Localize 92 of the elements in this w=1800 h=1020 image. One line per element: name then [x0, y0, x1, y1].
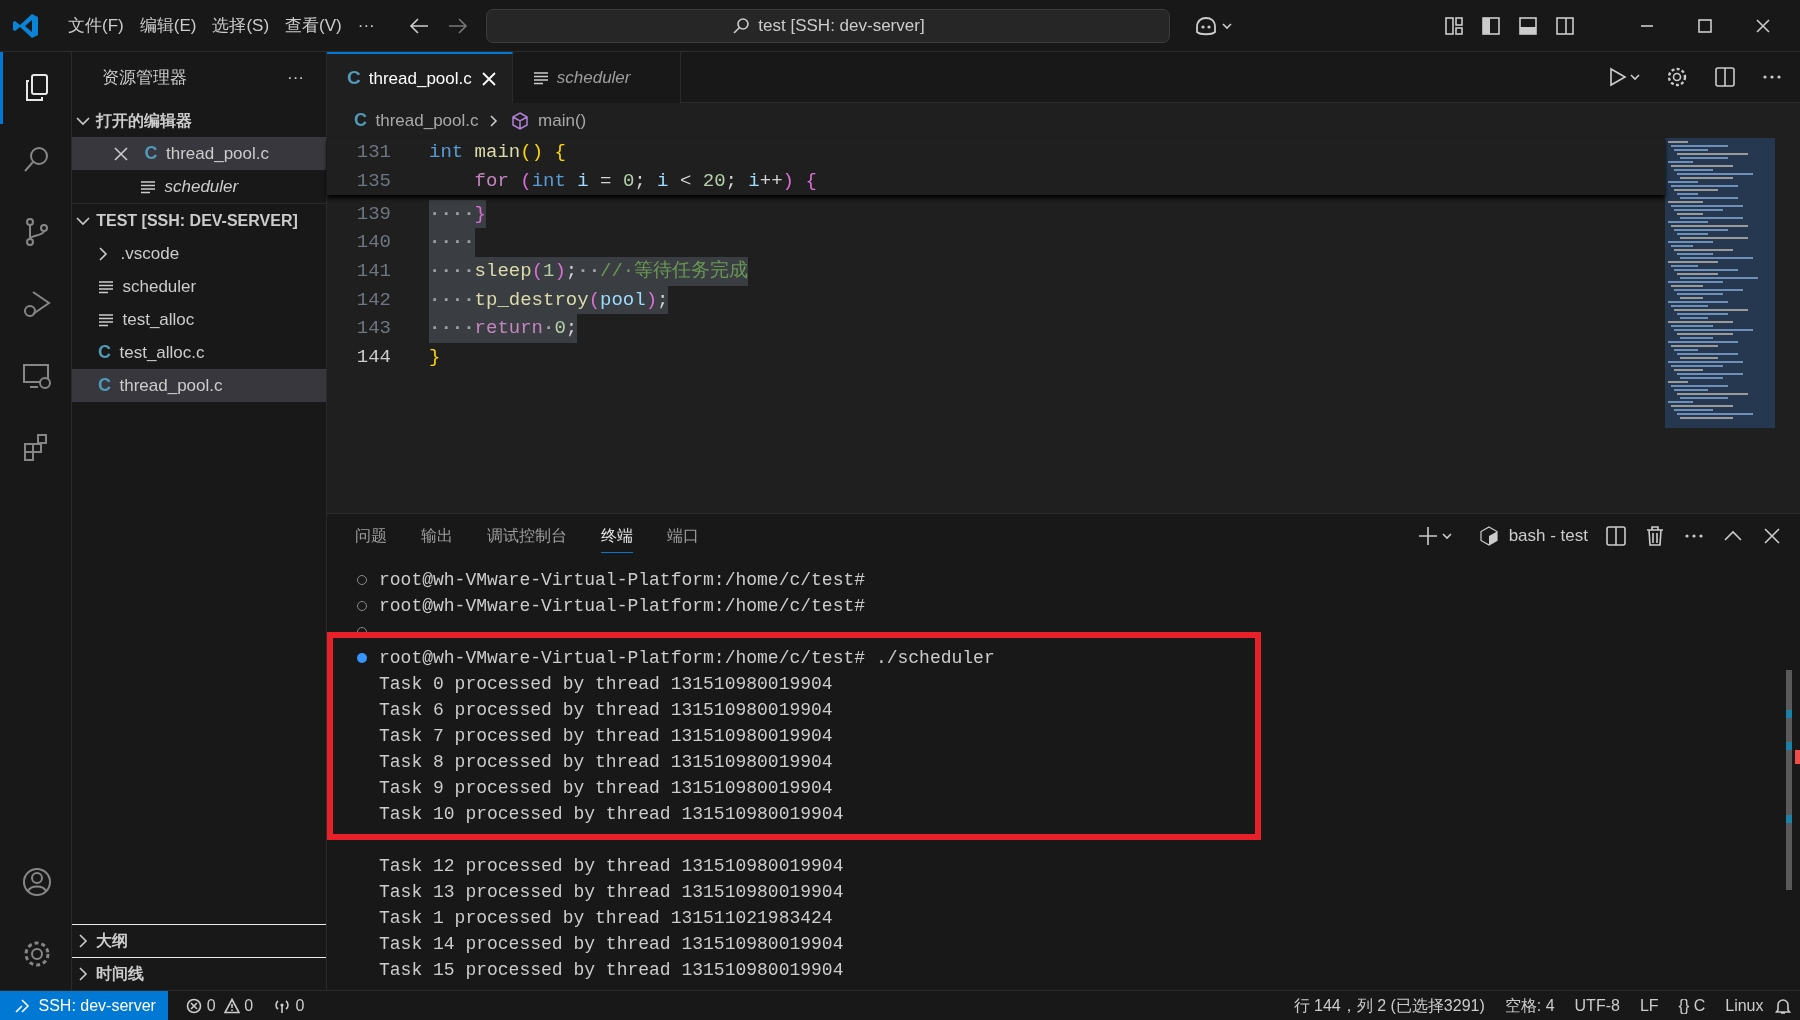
section-title[interactable]: 大纲	[96, 929, 129, 953]
line-number: 144	[355, 345, 392, 371]
file-item[interactable]: scheduler	[72, 170, 326, 203]
terminal-line: Task 6 processed by thread 131510980019904	[379, 698, 833, 722]
terminal-line: root@wh-VMware-Virtual-Platform:/home/c/test#	[379, 594, 866, 618]
terminal-line: Task 10 processed by thread 131510980019904	[379, 802, 844, 826]
terminal-line: Task 9 processed by thread 131510980019904	[379, 776, 833, 800]
layout-icon[interactable]	[1444, 15, 1464, 36]
close-icon[interactable]	[479, 69, 498, 88]
status-item[interactable]: {} C	[1668, 990, 1716, 1020]
section-title[interactable]: 打开的编辑器	[96, 108, 193, 133]
status-item[interactable]: 空格: 4	[1494, 990, 1565, 1020]
ports-indicator[interactable]: 0	[263, 990, 315, 1020]
line-number: 139	[355, 201, 392, 227]
account-icon[interactable]	[21, 866, 53, 898]
panel-toggle-icon[interactable]	[1518, 15, 1538, 36]
c-file-icon: C	[354, 107, 367, 134]
panel-tab[interactable]: 问题	[355, 519, 387, 553]
status-item[interactable]: 行 144，列 2 (已选择3291)	[1283, 990, 1495, 1020]
split-editor-icon[interactable]	[1713, 66, 1736, 88]
lines-icon	[532, 69, 549, 86]
more-button[interactable]: ···	[279, 61, 312, 95]
status-item[interactable]: UTF-8	[1564, 990, 1630, 1020]
file-item[interactable]: C thread_pool.c	[72, 137, 326, 170]
line-number: 135	[355, 168, 392, 194]
terminal-line: root@wh-VMware-Virtual-Platform:/home/c/test# ./scheduler	[379, 646, 995, 670]
menu-item[interactable]: 选择(S)	[204, 8, 278, 43]
file-item[interactable]: test_alloc	[72, 303, 326, 336]
file-item[interactable]: C thread_pool.c	[72, 369, 326, 402]
search-icon	[731, 16, 750, 35]
panel-tab[interactable]: 调试控制台	[487, 519, 567, 553]
lines-icon	[98, 311, 114, 328]
panel-tab[interactable]: 输出	[421, 519, 453, 553]
section-title[interactable]: TEST [SSH: DEV-SERVER]	[96, 208, 298, 233]
remote-icon	[14, 997, 30, 1014]
error-icon	[186, 997, 203, 1014]
code-line: }	[429, 345, 441, 371]
breadcrumb-item[interactable]: main()	[538, 107, 587, 134]
line-number: 131	[355, 140, 392, 165]
lines-icon	[98, 278, 114, 295]
editor-tab[interactable]: C thread_pool.c	[327, 52, 513, 103]
panel-tab[interactable]: 终端	[601, 519, 633, 553]
line-number: 140	[355, 230, 392, 256]
line-number: 141	[355, 259, 392, 285]
terminal-line: Task 13 processed by thread 131510980019904	[379, 880, 844, 904]
status-item[interactable]: LF	[1629, 990, 1669, 1020]
file-item[interactable]: C test_alloc.c	[72, 336, 326, 369]
code-line: for (int i = 0; i < 20; i++) {	[473, 168, 817, 194]
command-center[interactable]: test [SSH: dev-server]	[486, 8, 1171, 43]
terminal-line: Task 7 processed by thread 131510980019904	[379, 724, 833, 748]
line-number: 143	[355, 316, 392, 342]
file-item[interactable]: scheduler	[72, 270, 326, 303]
status-item[interactable]: Linux	[1715, 990, 1774, 1020]
close-icon[interactable]	[112, 144, 130, 163]
warning-icon	[224, 997, 241, 1014]
menu-item[interactable]: 查看(V)	[277, 8, 350, 43]
more-button[interactable]: ···	[349, 8, 383, 43]
line-number: 142	[355, 287, 392, 313]
code-line: int main() {	[429, 140, 566, 165]
terminal-line: root@wh-VMware-Virtual-Platform:/home/c/test#	[379, 568, 866, 592]
vscode-logo-icon	[12, 11, 40, 40]
c-file-icon: C	[98, 372, 111, 399]
split-icon[interactable]	[1605, 525, 1627, 547]
cube-icon	[509, 110, 530, 131]
terminal-line: Task 1 processed by thread 131511021983424	[379, 906, 833, 930]
plus-icon[interactable]	[1418, 525, 1453, 547]
c-file-icon: C	[347, 64, 361, 93]
bell-icon[interactable]	[1773, 996, 1792, 1015]
antenna-icon	[273, 997, 292, 1014]
terminal-line: Task 8 processed by thread 131510980019904	[379, 750, 833, 774]
c-file-icon: C	[98, 339, 111, 366]
terminal-line: Task 0 processed by thread 131510980019904	[379, 672, 833, 696]
sidebar-toggle-icon[interactable]	[1481, 15, 1501, 36]
remote-indicator[interactable]: SSH: dev-server	[0, 990, 168, 1020]
secondary-sidebar-icon[interactable]	[1555, 15, 1575, 36]
editor-tab[interactable]: scheduler	[512, 52, 682, 103]
menu-item[interactable]: 编辑(E)	[131, 8, 205, 43]
lines-icon	[140, 178, 156, 195]
file-item[interactable]: .vscode	[72, 237, 326, 270]
problems-indicator[interactable]: 0 0	[176, 990, 264, 1020]
trash-icon[interactable]	[1644, 525, 1666, 547]
settings-icon[interactable]	[1666, 66, 1688, 88]
menu-item[interactable]: 文件(F)	[60, 8, 132, 43]
breadcrumb-item[interactable]: thread_pool.c	[375, 107, 479, 134]
section-title[interactable]: 时间线	[96, 962, 145, 986]
c-file-icon: C	[144, 140, 158, 167]
terminal-line: Task 15 processed by thread 131510980019904	[379, 958, 844, 982]
terminal-name[interactable]: bash - test	[1508, 523, 1588, 549]
sidebar-title: 资源管理器	[102, 67, 187, 90]
terminal-line: Task 12 processed by thread 131510980019904	[379, 854, 844, 878]
panel-tab[interactable]: 端口	[667, 519, 699, 553]
terminal-line: Task 14 processed by thread 131510980019904	[379, 932, 844, 956]
